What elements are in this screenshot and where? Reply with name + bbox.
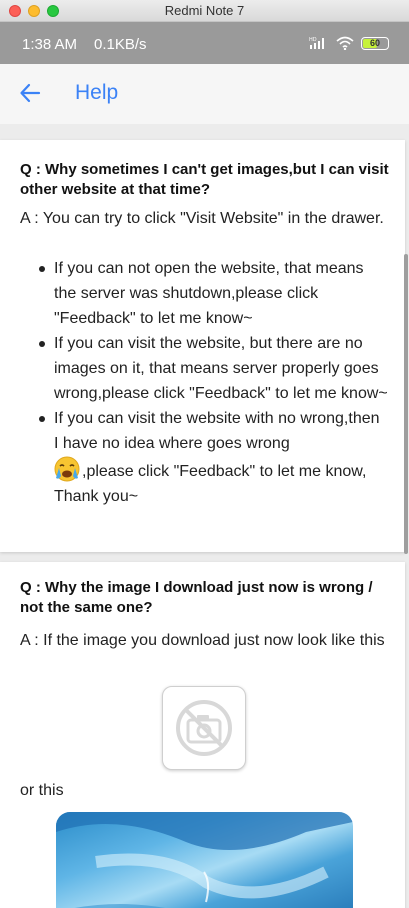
faq-card: Q : Why sometimes I can't get images,but…	[0, 140, 405, 552]
faq-answer-or: or this	[20, 782, 64, 799]
faq-answer-intro: A : If the image you download just now l…	[20, 632, 385, 649]
list-item: If you can not open the website, that me…	[36, 256, 388, 331]
list-item: If you can visit the website, but there …	[36, 331, 388, 406]
water-photo	[56, 812, 353, 908]
status-bar: 1:38 AM 0.1KB/s HD 60	[0, 22, 409, 64]
broken-image-placeholder	[162, 686, 246, 770]
window-titlebar: Redmi Note 7	[0, 0, 409, 22]
faq-card: Q : Why the image I download just now is…	[0, 562, 405, 908]
status-network-speed: 0.1KB/s	[94, 36, 147, 53]
battery-icon: 60	[361, 36, 389, 50]
faq-question: Q : Why the image I download just now is…	[20, 579, 373, 616]
svg-text:HD: HD	[309, 37, 317, 43]
list-item-text: ,please click "Feedback" to let me know,…	[54, 463, 367, 505]
wifi-icon	[336, 36, 354, 50]
example-downloaded-image	[56, 812, 353, 908]
signal-icon: HD	[309, 37, 324, 49]
help-content[interactable]: Q : Why sometimes I can't get images,but…	[0, 124, 409, 908]
faq-answer-list: If you can not open the website, that me…	[36, 256, 388, 509]
page-title: Help	[75, 81, 119, 104]
status-icons: HD 60	[309, 35, 389, 51]
scrollbar[interactable]	[404, 254, 408, 554]
list-item-text: If you can visit the website with no wro…	[54, 410, 380, 452]
no-photo-icon	[176, 700, 232, 756]
battery-level: 60	[369, 38, 380, 48]
back-arrow-icon[interactable]	[19, 82, 41, 104]
list-item: If you can visit the website with no wro…	[36, 406, 388, 509]
window-title: Redmi Note 7	[164, 3, 245, 18]
status-time: 1:38 AM	[22, 36, 78, 53]
faq-answer-intro: A : You can try to click "Visit Website"…	[20, 210, 384, 227]
app-bar: Help	[0, 64, 409, 124]
crying-face-icon	[54, 456, 80, 482]
faq-question: Q : Why sometimes I can't get images,but…	[20, 161, 389, 198]
